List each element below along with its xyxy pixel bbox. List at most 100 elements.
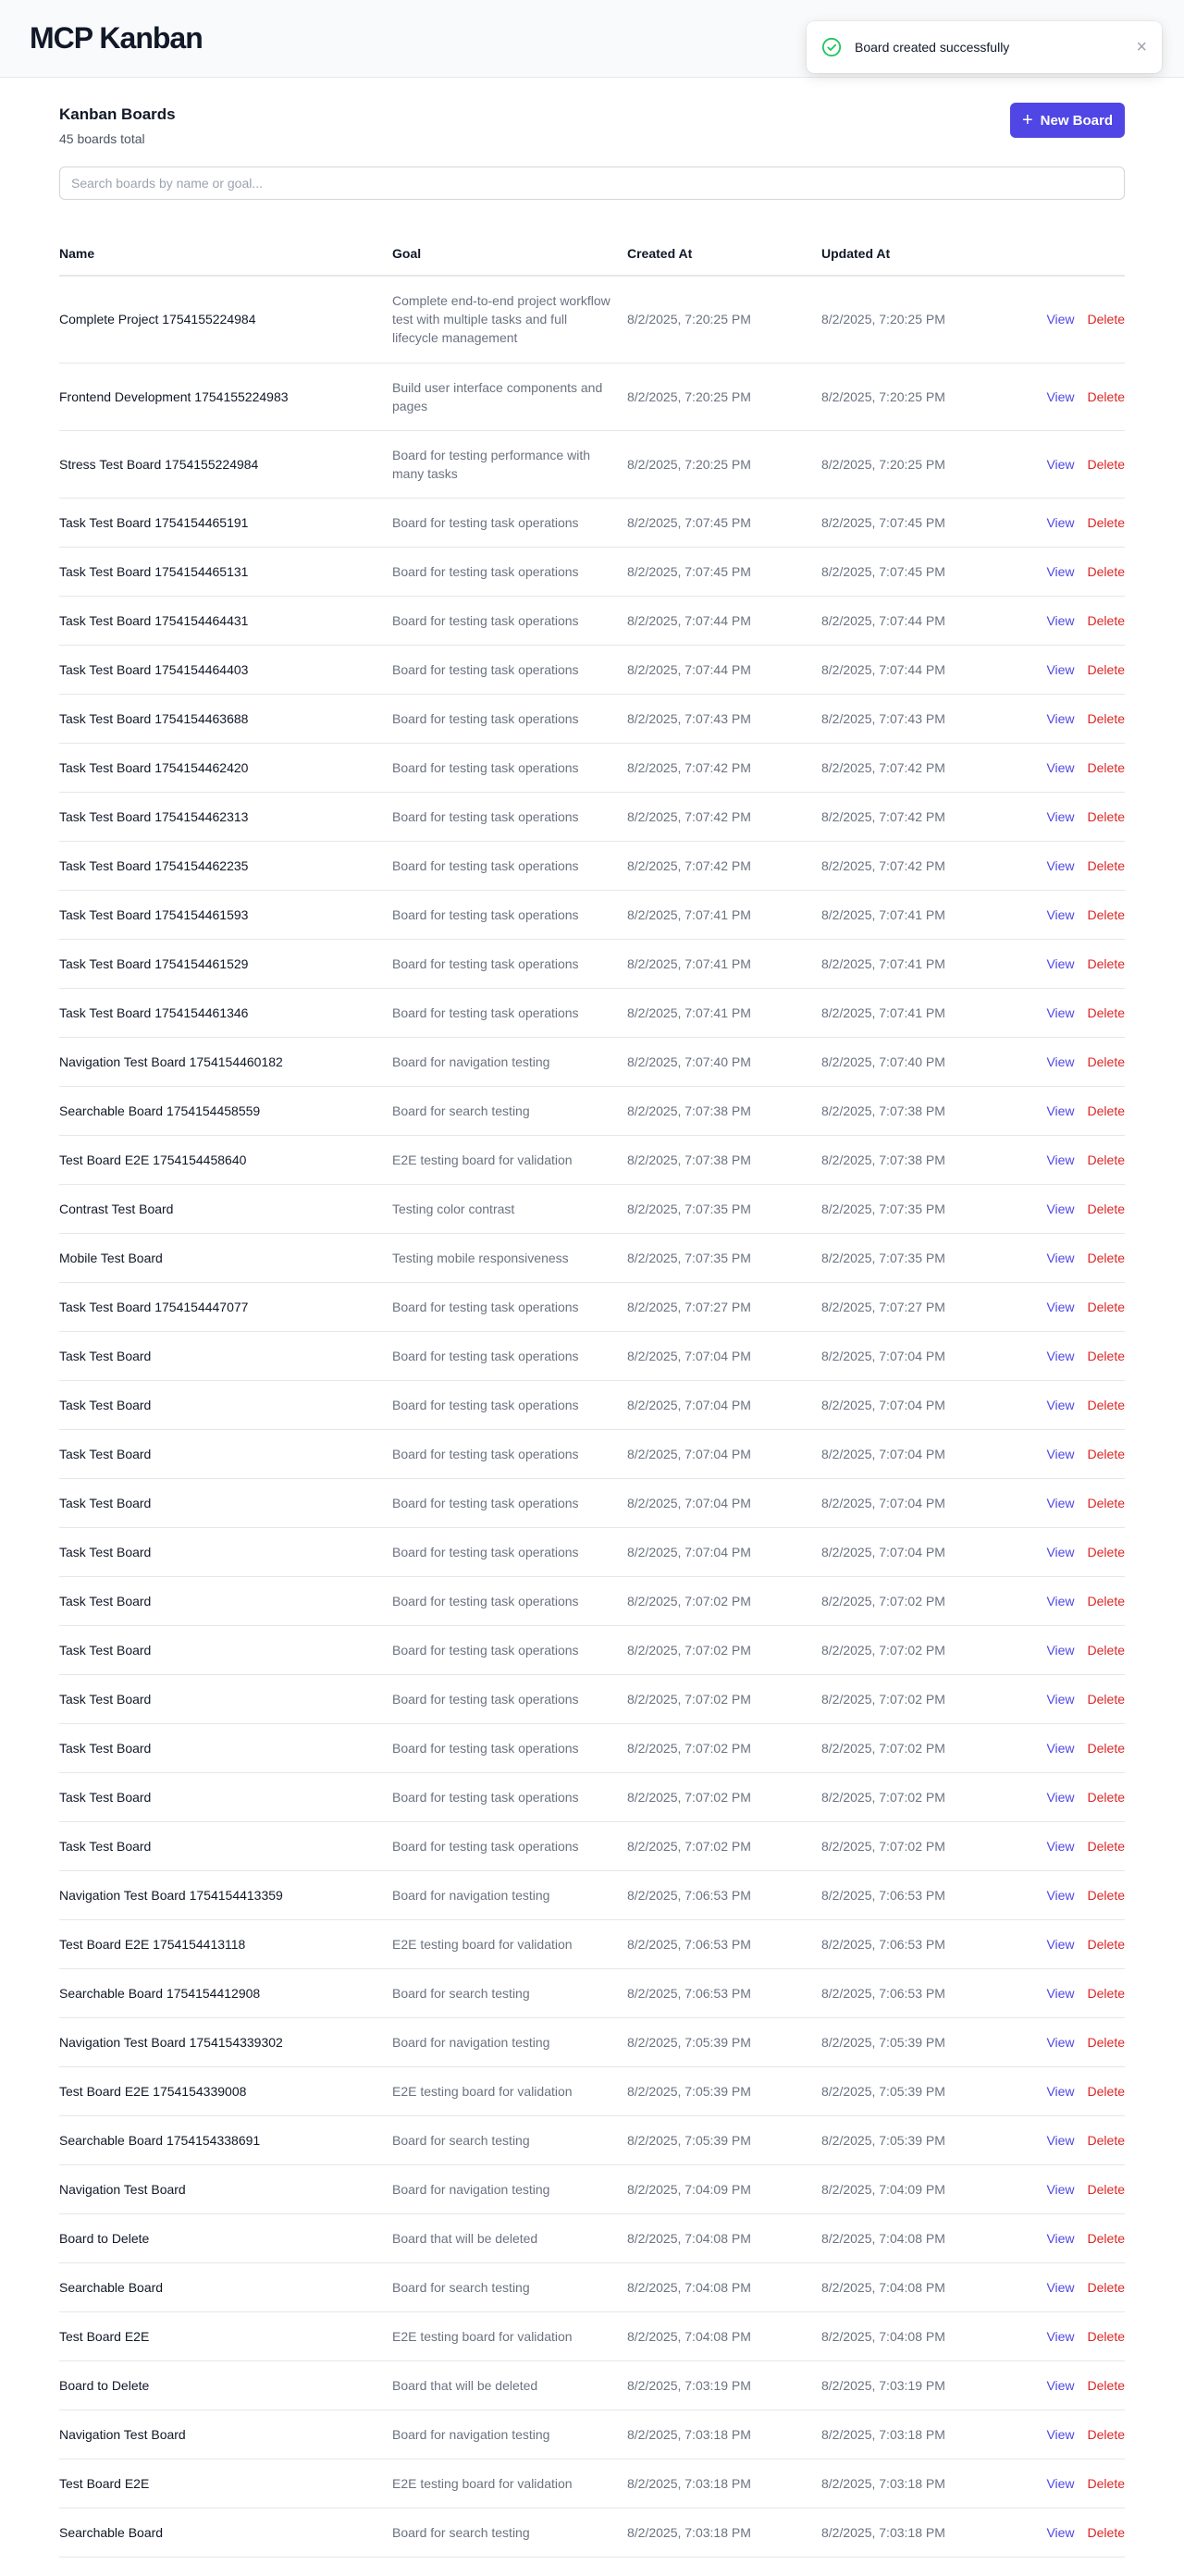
delete-link[interactable]: Delete xyxy=(1088,1152,1125,1167)
view-link[interactable]: View xyxy=(1046,2427,1074,2442)
delete-link[interactable]: Delete xyxy=(1088,1692,1125,1707)
delete-link[interactable]: Delete xyxy=(1088,907,1125,922)
delete-link[interactable]: Delete xyxy=(1088,956,1125,971)
delete-link[interactable]: Delete xyxy=(1088,1986,1125,2001)
delete-link[interactable]: Delete xyxy=(1088,1496,1125,1510)
delete-link[interactable]: Delete xyxy=(1088,1251,1125,1265)
view-link[interactable]: View xyxy=(1046,907,1074,922)
view-link[interactable]: View xyxy=(1046,1447,1074,1461)
delete-link[interactable]: Delete xyxy=(1088,1594,1125,1608)
delete-link[interactable]: Delete xyxy=(1088,2525,1125,2540)
delete-link[interactable]: Delete xyxy=(1088,2182,1125,2197)
view-link[interactable]: View xyxy=(1046,1054,1074,1069)
delete-link[interactable]: Delete xyxy=(1088,858,1125,873)
delete-link[interactable]: Delete xyxy=(1088,662,1125,677)
app-title: MCP Kanban xyxy=(30,21,204,55)
view-link[interactable]: View xyxy=(1046,1349,1074,1363)
view-link[interactable]: View xyxy=(1046,1839,1074,1854)
updated-at-cell: 8/2/2025, 7:07:41 PM xyxy=(821,988,1016,1038)
delete-link[interactable]: Delete xyxy=(1088,1741,1125,1756)
delete-link[interactable]: Delete xyxy=(1088,2084,1125,2099)
view-link[interactable]: View xyxy=(1046,2182,1074,2197)
delete-link[interactable]: Delete xyxy=(1088,711,1125,726)
delete-link[interactable]: Delete xyxy=(1088,2035,1125,2050)
delete-link[interactable]: Delete xyxy=(1088,389,1125,404)
delete-link[interactable]: Delete xyxy=(1088,564,1125,579)
close-icon[interactable]: × xyxy=(1136,38,1147,56)
delete-link[interactable]: Delete xyxy=(1088,1545,1125,1559)
view-link[interactable]: View xyxy=(1046,564,1074,579)
delete-link[interactable]: Delete xyxy=(1088,1349,1125,1363)
view-link[interactable]: View xyxy=(1046,1251,1074,1265)
view-link[interactable]: View xyxy=(1046,457,1074,472)
delete-link[interactable]: Delete xyxy=(1088,809,1125,824)
board-goal-cell: Board for testing task operations xyxy=(392,988,627,1038)
view-link[interactable]: View xyxy=(1046,2231,1074,2246)
view-link[interactable]: View xyxy=(1046,1986,1074,2001)
created-at-cell: 8/2/2025, 7:07:45 PM xyxy=(627,498,821,548)
delete-link[interactable]: Delete xyxy=(1088,2427,1125,2442)
view-link[interactable]: View xyxy=(1046,760,1074,775)
delete-link[interactable]: Delete xyxy=(1088,760,1125,775)
view-link[interactable]: View xyxy=(1046,711,1074,726)
delete-link[interactable]: Delete xyxy=(1088,613,1125,628)
delete-link[interactable]: Delete xyxy=(1088,2133,1125,2148)
view-link[interactable]: View xyxy=(1046,613,1074,628)
view-link[interactable]: View xyxy=(1046,2525,1074,2540)
delete-link[interactable]: Delete xyxy=(1088,2329,1125,2344)
view-link[interactable]: View xyxy=(1046,1937,1074,1952)
view-link[interactable]: View xyxy=(1046,2084,1074,2099)
view-link[interactable]: View xyxy=(1046,1888,1074,1903)
view-link[interactable]: View xyxy=(1046,2280,1074,2295)
view-link[interactable]: View xyxy=(1046,1643,1074,1658)
view-link[interactable]: View xyxy=(1046,2476,1074,2491)
view-link[interactable]: View xyxy=(1046,1202,1074,1216)
delete-link[interactable]: Delete xyxy=(1088,1005,1125,1020)
delete-link[interactable]: Delete xyxy=(1088,2280,1125,2295)
row-actions: View Delete xyxy=(1016,2459,1125,2508)
view-link[interactable]: View xyxy=(1046,1594,1074,1608)
delete-link[interactable]: Delete xyxy=(1088,1447,1125,1461)
delete-link[interactable]: Delete xyxy=(1088,1790,1125,1805)
view-link[interactable]: View xyxy=(1046,2378,1074,2393)
view-link[interactable]: View xyxy=(1046,809,1074,824)
view-link[interactable]: View xyxy=(1046,1545,1074,1559)
view-link[interactable]: View xyxy=(1046,1496,1074,1510)
view-link[interactable]: View xyxy=(1046,1741,1074,1756)
view-link[interactable]: View xyxy=(1046,1790,1074,1805)
view-link[interactable]: View xyxy=(1046,1398,1074,1412)
view-link[interactable]: View xyxy=(1046,662,1074,677)
delete-link[interactable]: Delete xyxy=(1088,1937,1125,1952)
view-link[interactable]: View xyxy=(1046,1152,1074,1167)
delete-link[interactable]: Delete xyxy=(1088,1398,1125,1412)
view-link[interactable]: View xyxy=(1046,956,1074,971)
delete-link[interactable]: Delete xyxy=(1088,2378,1125,2393)
delete-link[interactable]: Delete xyxy=(1088,1643,1125,1658)
delete-link[interactable]: Delete xyxy=(1088,1054,1125,1069)
view-link[interactable]: View xyxy=(1046,389,1074,404)
view-link[interactable]: View xyxy=(1046,1005,1074,1020)
delete-link[interactable]: Delete xyxy=(1088,1103,1125,1118)
board-name-cell: Task Test Board xyxy=(59,1821,392,1871)
view-link[interactable]: View xyxy=(1046,2133,1074,2148)
view-link[interactable]: View xyxy=(1046,1300,1074,1314)
delete-link[interactable]: Delete xyxy=(1088,515,1125,530)
view-link[interactable]: View xyxy=(1046,2329,1074,2344)
view-link[interactable]: View xyxy=(1046,1692,1074,1707)
view-link[interactable]: View xyxy=(1046,515,1074,530)
delete-link[interactable]: Delete xyxy=(1088,312,1125,327)
delete-link[interactable]: Delete xyxy=(1088,1839,1125,1854)
updated-at-cell: 8/2/2025, 7:07:42 PM xyxy=(821,743,1016,793)
delete-link[interactable]: Delete xyxy=(1088,2476,1125,2491)
new-board-button[interactable]: + New Board xyxy=(1009,103,1125,138)
delete-link[interactable]: Delete xyxy=(1088,457,1125,472)
search-input[interactable] xyxy=(59,166,1125,200)
view-link[interactable]: View xyxy=(1046,858,1074,873)
view-link[interactable]: View xyxy=(1046,2035,1074,2050)
delete-link[interactable]: Delete xyxy=(1088,1202,1125,1216)
delete-link[interactable]: Delete xyxy=(1088,1300,1125,1314)
view-link[interactable]: View xyxy=(1046,1103,1074,1118)
delete-link[interactable]: Delete xyxy=(1088,1888,1125,1903)
delete-link[interactable]: Delete xyxy=(1088,2231,1125,2246)
view-link[interactable]: View xyxy=(1046,312,1074,327)
